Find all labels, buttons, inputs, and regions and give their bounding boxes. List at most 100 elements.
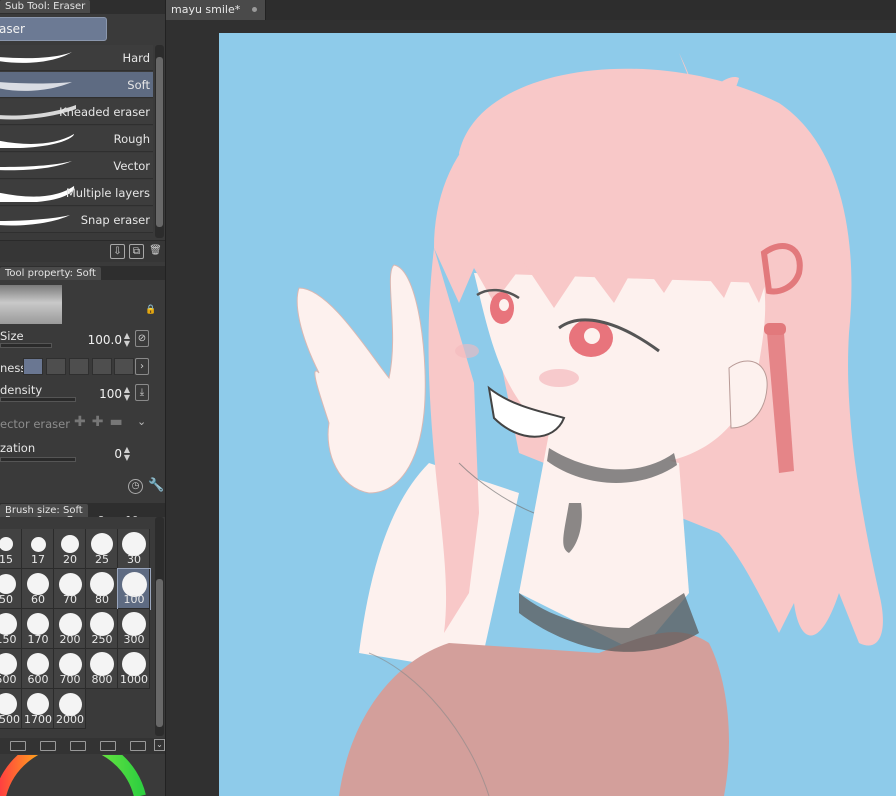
chevron-down-icon[interactable]: ⌄ (154, 739, 165, 751)
brush-size-preset-60[interactable]: 60 (22, 569, 54, 609)
tool-property-tab[interactable]: Tool property: Soft (0, 267, 101, 280)
eraser-list-scrollbar[interactable] (155, 45, 164, 238)
brush-size-preset-50[interactable]: 50 (0, 569, 22, 609)
scroll-thumb[interactable] (156, 57, 163, 227)
brush-size-dot (0, 537, 13, 551)
brush-size-preset-80[interactable]: 80 (86, 569, 118, 609)
brush-size-number: 15 (0, 553, 13, 566)
download-icon[interactable]: ⇩ (110, 244, 125, 259)
stabilization-label: zation (0, 441, 36, 455)
pressure-down-icon[interactable]: ⤓ (135, 384, 149, 401)
brush-stroke-preview (0, 52, 72, 63)
document-tab[interactable]: mayu smile* (166, 0, 266, 20)
brush-stroke-preview (0, 215, 70, 226)
stabilization-spinner[interactable]: ▲ ▼ (122, 446, 132, 464)
eraser-item-label: Hard (122, 51, 150, 65)
eraser-item-snap-eraser[interactable]: Snap eraser (0, 207, 153, 233)
pressure-icon[interactable]: ⊘ (135, 330, 149, 347)
window-icon[interactable] (130, 741, 146, 751)
subtool-panel-tab[interactable]: Sub Tool: Eraser (0, 0, 91, 13)
hardness-option-5[interactable] (114, 358, 134, 375)
hardness-option-4[interactable] (92, 358, 112, 375)
brush-size-dot (30, 536, 46, 552)
brush-size-dot (27, 653, 49, 675)
brush-size-scrollbar[interactable] (155, 517, 164, 736)
brush-density-spinner[interactable]: ▲ ▼ (122, 386, 132, 404)
chevron-right-icon[interactable]: › (135, 358, 149, 375)
brush-size-number: 700 (59, 673, 81, 686)
trash-icon[interactable]: 🗑 (148, 244, 163, 259)
brush-size-label: Size (0, 329, 24, 343)
brush-stroke-preview (0, 161, 72, 171)
brush-size-number: 25 (95, 553, 109, 566)
brush-size-preset-1500[interactable]: 1500 (0, 689, 22, 729)
brush-size-preset-500[interactable]: 500 (0, 649, 22, 689)
color-wheel[interactable] (0, 755, 166, 796)
eraser-item-label: Snap eraser (80, 213, 150, 227)
stabilization-value[interactable]: 0 (100, 447, 122, 461)
brush-size-preset-100[interactable]: 100 (117, 568, 151, 610)
eraser-item-kneaded-eraser[interactable]: Kneaded eraser (0, 99, 153, 125)
chevron-down-icon[interactable]: ⌄ (137, 415, 146, 428)
brush-size-preset-700[interactable]: 700 (54, 649, 86, 689)
brush-size-number: 60 (31, 593, 45, 606)
brush-size-preset-15[interactable]: 15 (0, 529, 22, 569)
hardness-option-1[interactable] (23, 358, 43, 375)
brush-size-spinner[interactable]: ▲ ▼ (122, 332, 132, 350)
brush-density-label: density (0, 383, 43, 397)
reset-icon[interactable]: ◷ (128, 479, 143, 494)
brush-size-preset-170[interactable]: 170 (22, 609, 54, 649)
tool-group-button[interactable]: aser (0, 17, 107, 41)
brush-size-preset-1000[interactable]: 1000 (118, 649, 150, 689)
brush-size-value[interactable]: 100.0 (82, 333, 122, 347)
brush-size-dot (0, 613, 17, 635)
brush-size-number: 30 (127, 553, 141, 566)
brush-size-dot (61, 535, 79, 553)
hardness-option-3[interactable] (69, 358, 89, 375)
list-icon[interactable] (40, 741, 56, 751)
drawing-canvas[interactable] (219, 33, 896, 796)
stabilization-slider[interactable] (0, 457, 76, 462)
brush-size-preset-1700[interactable]: 1700 (22, 689, 54, 729)
hardness-option-2[interactable] (46, 358, 66, 375)
brush-size-preset-300[interactable]: 300 (118, 609, 150, 649)
eraser-item-hard[interactable]: Hard (0, 45, 153, 71)
layer-icon[interactable] (10, 741, 26, 751)
eraser-item-rough[interactable]: Rough (0, 126, 153, 152)
app-window: Sub Tool: Eraser aser Hard Soft Kneaded er… (0, 0, 896, 796)
grid-icon[interactable] (100, 741, 116, 751)
brush-size-preset-200[interactable]: 200 (54, 609, 86, 649)
document-title: mayu smile* (171, 3, 241, 16)
brush-size-dot (0, 574, 16, 594)
copy-icon[interactable]: ⧉ (129, 244, 144, 259)
brush-size-preset-17[interactable]: 17 (22, 529, 54, 569)
mountain-icon[interactable] (70, 741, 86, 751)
brush-size-number: 20 (63, 553, 77, 566)
eraser-item-multiple-layers[interactable]: Multiple layers (0, 180, 153, 206)
brush-size-number: 300 (123, 633, 145, 646)
eraser-item-soft[interactable]: Soft (0, 72, 153, 98)
vector-eraser-options[interactable]: ✚✚▬ (74, 414, 129, 430)
brush-density-slider[interactable] (0, 397, 76, 402)
scroll-thumb[interactable] (156, 579, 163, 727)
brush-size-preset-800[interactable]: 800 (86, 649, 118, 689)
unsaved-indicator-icon[interactable] (252, 7, 257, 12)
brush-size-preset-70[interactable]: 70 (54, 569, 86, 609)
eraser-item-vector[interactable]: Vector (0, 153, 153, 179)
brush-size-slider[interactable] (0, 343, 52, 348)
brush-density-value[interactable]: 100 (90, 387, 122, 401)
lock-icon[interactable]: 🔒 (145, 305, 156, 315)
brush-size-preset-250[interactable]: 250 (86, 609, 118, 649)
wrench-icon[interactable]: 🔧 (148, 478, 164, 493)
eraser-item-label: Multiple layers (65, 186, 150, 200)
brush-size-preset-30[interactable]: 30 (118, 529, 150, 569)
bottom-toolbar: ⌄ (0, 738, 165, 754)
brush-size-preset-600[interactable]: 600 (22, 649, 54, 689)
brush-size-preset-25[interactable]: 25 (86, 529, 118, 569)
brush-stroke-preview (0, 82, 72, 91)
brush-size-preset-2000[interactable]: 2000 (54, 689, 86, 729)
eraser-item-label: Kneaded eraser (59, 105, 150, 119)
brush-size-preset-150[interactable]: 150 (0, 609, 22, 649)
brush-size-preset-20[interactable]: 20 (54, 529, 86, 569)
brush-size-number: 200 (59, 633, 81, 646)
